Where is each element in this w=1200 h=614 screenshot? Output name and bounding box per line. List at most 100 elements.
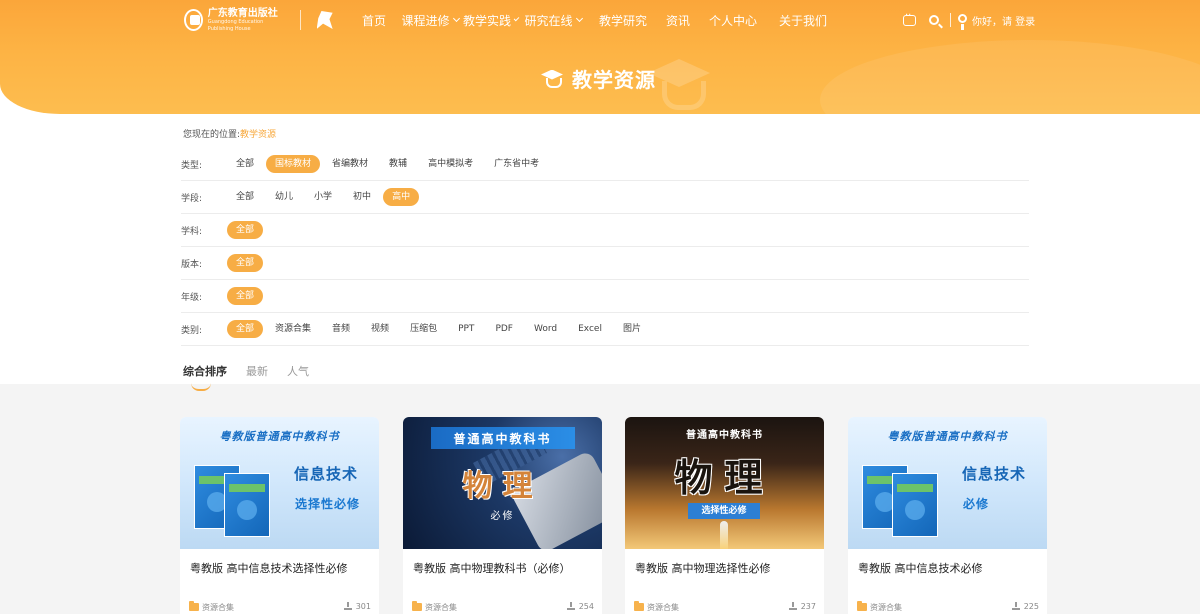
filter-option[interactable]: 国标教材 <box>266 155 321 173</box>
filter-option[interactable]: Excel <box>569 320 611 338</box>
page-title: 教学资源 <box>572 68 656 92</box>
cover-header: 粤教版普通高中教科书 <box>887 430 1008 443</box>
filter-option[interactable]: 省编教材 <box>323 155 377 173</box>
filter-option[interactable]: 幼儿 <box>266 188 302 206</box>
filter-options: 全部 <box>227 221 266 239</box>
filter-label: 年级: <box>181 292 203 303</box>
nav-item-4[interactable]: 教学研究 <box>588 0 658 40</box>
nav-item-label: 教学研究 <box>598 13 647 28</box>
resource-card[interactable]: 粤教版普通高中教科书信息技术必修粤教版 高中信息技术必修资源合集 225 <box>848 417 1047 614</box>
brand-name-en: Guangdong Education Publishing House <box>207 18 264 32</box>
filter-option[interactable]: 教辅 <box>380 155 416 173</box>
card-title[interactable]: 粤教版 高中物理选择性必修 <box>635 560 771 576</box>
filter-option[interactable]: PDF <box>486 320 522 338</box>
card-title[interactable]: 粤教版 高中信息技术必修 <box>858 560 983 576</box>
filter-option[interactable]: 视频 <box>362 320 398 338</box>
publisher-logo-icon <box>184 9 203 31</box>
search-icon[interactable] <box>929 15 939 25</box>
site-logo[interactable]: 广东教育出版社 Guangdong Education Publishing H… <box>184 7 334 33</box>
sort-tab[interactable]: 综合排序 <box>183 363 227 391</box>
nav-item-7[interactable]: 关于我们 <box>768 0 838 40</box>
filter-row: 学段: 全部 幼儿 小学 初中 高中 <box>181 181 1029 214</box>
resource-card[interactable]: 普通高中教科书 物理 必修 粤教版 高中物理教科书（必修） 资源合集 254 <box>403 417 602 614</box>
download-count-value: 225 <box>1023 602 1039 611</box>
nav-item-5[interactable]: 资讯 <box>658 0 698 40</box>
filter-option[interactable]: 压缩包 <box>401 320 446 338</box>
filter-option[interactable]: PPT <box>449 320 483 338</box>
login-link[interactable]: 你好，请 登录 <box>972 13 1035 28</box>
filter-option[interactable]: 高中模拟考 <box>419 155 482 173</box>
cover-volume: 必修 <box>963 497 990 511</box>
nav-item-label: 个人中心 <box>708 13 757 28</box>
resource-type-label: 资源合集 <box>647 603 679 612</box>
filter-option[interactable]: 全部 <box>227 320 264 338</box>
resource-type: 资源合集 <box>189 601 234 613</box>
filter-option[interactable]: 初中 <box>344 188 380 206</box>
filter-label: 学段: <box>181 193 203 204</box>
filter-option[interactable]: 全部 <box>227 254 264 272</box>
cover-subject: 物理 <box>462 469 543 504</box>
filter-option[interactable]: 全部 <box>227 188 263 206</box>
chevron-down-icon <box>452 14 460 23</box>
filter-option[interactable]: 全部 <box>227 155 263 173</box>
filter-option[interactable]: 广东省中考 <box>485 155 548 173</box>
header-tools: 你好，请 登录 <box>903 10 1035 30</box>
filter-option[interactable]: 全部 <box>227 221 264 239</box>
sort-tab[interactable]: 最新 <box>246 363 268 379</box>
card-meta: 资源合集 301 <box>189 601 371 613</box>
card-title[interactable]: 粤教版 高中信息技术选择性必修 <box>190 560 348 576</box>
filter-option[interactable]: 图片 <box>614 320 650 338</box>
nav-item-label: 课程进修 <box>401 13 450 28</box>
folder-icon <box>412 601 422 611</box>
book-cover-image[interactable]: 普通高中教科书 物理 选择性必修 <box>625 417 824 549</box>
nav-item-0[interactable]: 首页 <box>351 0 397 40</box>
filter-row: 学科: 全部 <box>181 214 1029 247</box>
book-cover-image[interactable]: 粤教版普通高中教科书信息技术必修 <box>848 417 1047 549</box>
download-count: 301 <box>343 602 371 613</box>
cover-subject: 信息技术 <box>962 465 1027 483</box>
cover-header: 普通高中教科书 <box>453 432 552 446</box>
resource-card[interactable]: 粤教版普通高中教科书 信息技术 选择性必修粤教版 高中信息技术选择性必修资源合集 30… <box>180 417 379 614</box>
book-illustration <box>224 473 270 537</box>
resource-type-label: 资源合集 <box>425 603 457 612</box>
resource-type: 资源合集 <box>857 601 902 613</box>
user-icon[interactable] <box>958 13 967 30</box>
filter-option[interactable]: 资源合集 <box>266 320 320 338</box>
filter-label: 类型: <box>181 160 203 171</box>
nav-item-6[interactable]: 个人中心 <box>698 0 768 40</box>
card-title[interactable]: 粤教版 高中物理教科书（必修） <box>413 560 571 576</box>
nav-item-3[interactable]: 研究在线 <box>518 0 588 40</box>
main-nav: 首页 课程进修 教学实践 研究在线 教学研究 资讯 个人中心 关于我们 <box>351 0 838 40</box>
sort-tab[interactable]: 人气 <box>287 363 309 379</box>
nav-item-1[interactable]: 课程进修 <box>397 0 463 40</box>
book-cover-image[interactable]: 普通高中教科书 物理 必修 <box>403 417 602 549</box>
filter-option[interactable]: Word <box>525 320 566 338</box>
filter-options: 全部 资源合集 音频 视频 压缩包 PPT PDF Word Excel 图片 <box>227 320 653 338</box>
breadcrumb-prefix: 您现在的位置: <box>183 130 241 140</box>
filter-option[interactable]: 音频 <box>323 320 359 338</box>
filter-option[interactable]: 高中 <box>383 188 420 206</box>
book-cover-image[interactable]: 粤教版普通高中教科书 信息技术 选择性必修 <box>180 417 379 549</box>
logo-text: 广东教育出版社 Guangdong Education Publishing H… <box>208 8 290 33</box>
breadcrumb-current[interactable]: 教学资源 <box>240 127 276 140</box>
logo-divider <box>299 10 301 30</box>
message-icon[interactable] <box>903 10 916 26</box>
book-stack-illustration <box>194 455 286 541</box>
download-count: 237 <box>788 602 816 613</box>
nav-item-label: 资讯 <box>665 13 690 28</box>
nav-item-label: 研究在线 <box>524 13 573 28</box>
page-header: 广东教育出版社 Guangdong Education Publishing H… <box>0 0 1200 114</box>
cover-subject: 物理 <box>674 456 775 500</box>
graduation-cap-icon <box>540 68 566 90</box>
cover-volume: 选择性必修 <box>688 503 760 519</box>
download-icon <box>343 602 352 610</box>
download-icon <box>1011 602 1020 610</box>
resource-type-label: 资源合集 <box>870 603 902 612</box>
resource-card[interactable]: 普通高中教科书 物理 选择性必修 粤教版 高中物理选择性必修 资源合集 237 <box>625 417 824 614</box>
sort-tabs: 综合排序 最新 人气 <box>183 363 328 391</box>
graduation-cap-watermark-icon <box>648 55 712 114</box>
cover-header: 粤教版普通高中教科书 <box>219 430 340 443</box>
filter-option[interactable]: 全部 <box>227 287 264 305</box>
nav-item-2[interactable]: 教学实践 <box>463 0 520 40</box>
filter-option[interactable]: 小学 <box>305 188 341 206</box>
